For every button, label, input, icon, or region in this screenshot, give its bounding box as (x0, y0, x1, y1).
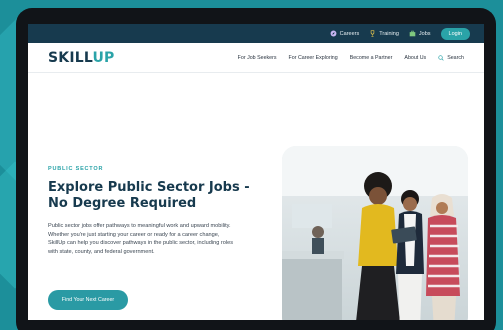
search-label: Search (447, 54, 464, 61)
nav-links: For Job Seekers For Career Exploring Bec… (238, 55, 464, 61)
topbar-training-link[interactable]: Training (369, 30, 399, 37)
login-button[interactable]: Login (440, 27, 470, 40)
office-scene-image (282, 146, 468, 320)
nav-link-about-us[interactable]: About Us (404, 55, 426, 61)
search-icon (438, 54, 444, 61)
nav-link-become-partner[interactable]: Become a Partner (350, 55, 393, 61)
utility-bar: Careers Training Jobs Login (28, 24, 484, 43)
hero-photo (282, 146, 468, 320)
main-nav: SKILLUP For Job Seekers For Career Explo… (28, 43, 484, 73)
topbar-jobs-link[interactable]: Jobs (409, 30, 431, 37)
trophy-icon (370, 30, 375, 37)
hero-description: Public sector jobs offer pathways to mea… (48, 223, 234, 255)
topbar-careers-link[interactable]: Careers (330, 30, 360, 37)
find-career-button[interactable]: Find Your Next Career (48, 290, 128, 310)
skillup-logo[interactable]: SKILLUP (48, 50, 115, 66)
nav-search[interactable]: Search (438, 55, 464, 61)
nav-link-career-exploring[interactable]: For Career Exploring (289, 55, 338, 61)
logo-text: SKILL (48, 49, 93, 66)
hero-headline: Explore Public Sector Jobs - No Degree R… (48, 180, 250, 211)
topbar-item-label: Training (379, 30, 399, 37)
logo-accent-text: UP (92, 49, 115, 66)
briefcase-icon (409, 30, 416, 37)
hero-section: PUBLIC SECTOR Explore Public Sector Jobs… (28, 73, 484, 320)
laptop-frame: Careers Training Jobs Login SKILLUP For … (16, 8, 496, 330)
compass-icon (330, 30, 337, 37)
topbar-item-label: Jobs (418, 30, 431, 37)
browser-screen: Careers Training Jobs Login SKILLUP For … (28, 24, 484, 320)
nav-link-job-seekers[interactable]: For Job Seekers (238, 55, 277, 61)
hero-eyebrow: PUBLIC SECTOR (48, 166, 104, 172)
topbar-item-label: Careers (339, 30, 360, 37)
